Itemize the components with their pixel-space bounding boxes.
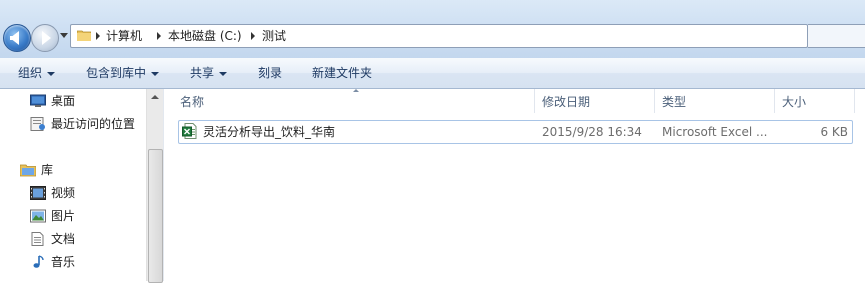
recent-pages-dropdown-icon[interactable] xyxy=(60,33,68,38)
new-folder-label: 新建文件夹 xyxy=(312,66,373,80)
breadcrumb-computer[interactable]: 计算机 xyxy=(106,29,142,43)
share-label: 共享 xyxy=(190,66,215,80)
column-divider[interactable] xyxy=(534,89,535,113)
scrollbar-thumb[interactable] xyxy=(148,149,163,283)
column-header-modified[interactable]: 修改日期 xyxy=(542,93,590,111)
command-toolbar: 组织 包含到库中 共享 刻录 新建文件夹 xyxy=(0,58,865,89)
scroll-up-arrow-icon[interactable] xyxy=(151,95,159,99)
chevron-down-icon xyxy=(47,71,56,76)
documents-icon xyxy=(31,232,44,246)
file-type: Microsoft Excel ... xyxy=(662,125,768,139)
nav-item-label: 桌面 xyxy=(51,94,76,108)
address-bar[interactable]: 计算机 本地磁盘 (C:) 测试 xyxy=(70,24,808,48)
burn-button[interactable]: 刻录 xyxy=(258,65,282,81)
file-size: 6 KB xyxy=(820,125,848,139)
file-modified-date: 2015/9/28 16:34 xyxy=(542,125,642,139)
title-bar: 计算机 本地磁盘 (C:) 测试 xyxy=(0,0,865,58)
file-name: 灵活分析导出_饮料_华南 xyxy=(203,125,336,139)
libraries-icon xyxy=(20,164,36,177)
chevron-down-icon xyxy=(219,71,228,76)
desktop-icon xyxy=(30,94,46,107)
breadcrumb-separator-icon[interactable] xyxy=(251,32,255,40)
organize-button[interactable]: 组织 xyxy=(18,65,56,81)
include-in-library-label: 包含到库中 xyxy=(86,66,147,80)
organize-label: 组织 xyxy=(18,66,43,80)
music-icon xyxy=(33,255,44,268)
forward-arrow-icon xyxy=(42,31,51,45)
pictures-icon xyxy=(30,209,46,223)
include-in-library-button[interactable]: 包含到库中 xyxy=(86,65,160,81)
nav-item-label: 最近访问的位置 xyxy=(51,117,136,131)
column-divider[interactable] xyxy=(654,89,655,113)
back-button[interactable] xyxy=(3,24,31,52)
videos-icon xyxy=(30,186,46,200)
breadcrumb-local-disk[interactable]: 本地磁盘 (C:) xyxy=(168,29,242,43)
column-header-type[interactable]: 类型 xyxy=(662,93,686,111)
nav-item-label: 文档 xyxy=(51,232,76,246)
nav-item-label: 视频 xyxy=(51,186,76,200)
column-divider[interactable] xyxy=(854,89,855,113)
file-row[interactable]: 灵活分析导出_饮料_华南 2015/9/28 16:34 Microsoft E… xyxy=(178,120,853,144)
back-arrow-icon xyxy=(10,31,19,45)
forward-button[interactable] xyxy=(31,24,59,52)
column-header-size[interactable]: 大小 xyxy=(782,93,806,111)
nav-item-label: 音乐 xyxy=(51,255,76,269)
burn-label: 刻录 xyxy=(258,66,283,80)
recent-places-icon xyxy=(30,117,45,131)
nav-item-label: 库 xyxy=(41,163,54,177)
column-header-name[interactable]: 名称 xyxy=(180,93,204,111)
breadcrumb-test-folder[interactable]: 测试 xyxy=(262,29,286,43)
chevron-down-icon xyxy=(151,71,160,76)
address-bar-end xyxy=(808,24,865,48)
column-divider[interactable] xyxy=(774,89,775,113)
breadcrumb-separator-icon[interactable] xyxy=(157,32,161,40)
folder-icon xyxy=(77,30,91,41)
sort-ascending-icon xyxy=(353,89,359,92)
share-button[interactable]: 共享 xyxy=(190,65,228,81)
breadcrumb-separator-icon[interactable] xyxy=(96,32,100,40)
new-folder-button[interactable]: 新建文件夹 xyxy=(312,65,372,81)
excel-file-icon xyxy=(182,123,197,139)
nav-item-label: 图片 xyxy=(51,209,76,223)
navigation-pane-scrollbar[interactable] xyxy=(146,89,163,283)
navigation-pane: 桌面 最近访问的位置 库 视频 图片 文档 音乐 xyxy=(0,89,146,281)
file-list: 名称 修改日期 类型 大小 灵活分析导出_饮料_华南 2015/9/28 16:… xyxy=(164,89,865,281)
